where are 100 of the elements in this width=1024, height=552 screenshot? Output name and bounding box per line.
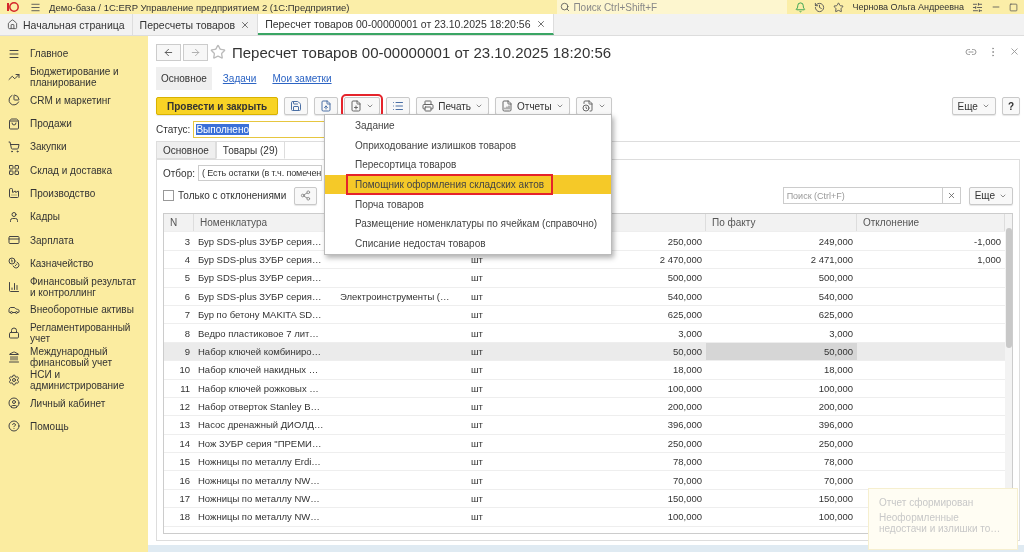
toolbar-button[interactable]: [314, 97, 339, 115]
document-arrow-icon: [320, 100, 333, 112]
back-button[interactable]: [156, 43, 181, 61]
menu-item[interactable]: Списание недостач товаров: [325, 233, 611, 254]
row-number[interactable]: 3: [164, 232, 194, 250]
search-field[interactable]: Поиск Ctrl+Shift+F: [557, 0, 788, 14]
sidebar-item[interactable]: Бюджетирование и планирование: [0, 65, 148, 89]
sidebar-item[interactable]: Склад и доставка: [0, 158, 148, 182]
toolbar-button[interactable]: [284, 97, 309, 115]
sidebar-item[interactable]: Производство: [0, 181, 148, 206]
more-button[interactable]: Еще: [968, 186, 1013, 205]
post-and-close-button[interactable]: Провести и закрыть: [156, 97, 279, 115]
sidebar-item[interactable]: Закупки: [0, 135, 148, 159]
sidebar-item[interactable]: Зарплата: [0, 228, 148, 252]
help-button[interactable]: ?: [1001, 97, 1020, 115]
row-number[interactable]: 5: [164, 269, 194, 287]
table-cell-text: Бур по бетону MAKITA SD…: [197, 308, 323, 323]
bank-icon: [8, 350, 20, 363]
tab[interactable]: Пересчет товаров 00-00000001 от 23.10.2025 18:20:56: [258, 14, 554, 35]
user-name[interactable]: Чернова Ольга Андреевна: [852, 2, 964, 12]
close-icon[interactable]: [1009, 46, 1020, 57]
row-number[interactable]: 18: [164, 508, 194, 526]
sidebar-item[interactable]: Главное: [0, 42, 148, 66]
table-cell-text: 250,000: [666, 234, 703, 249]
section-link[interactable]: Основное: [156, 66, 212, 90]
card-icon: [8, 234, 20, 246]
list-icon: [8, 47, 20, 60]
forward-button[interactable]: [183, 43, 208, 61]
caret-icon: [597, 102, 606, 110]
more-button[interactable]: Еще: [951, 97, 996, 115]
menu-icon[interactable]: [30, 1, 41, 13]
status-label: Статус:: [156, 123, 191, 135]
caret-icon: [366, 102, 375, 110]
table-search-field[interactable]: Поиск (Ctrl+F): [782, 187, 943, 204]
table-cell-text: 3,000: [828, 326, 854, 341]
sidebar-item[interactable]: Международный финансовый учет: [0, 344, 148, 369]
star-icon[interactable]: [210, 44, 226, 60]
table-cell-text: Электроинструменты (…: [339, 289, 451, 304]
row-number[interactable]: 12: [164, 397, 194, 416]
menu-item[interactable]: Помощник оформления складских актов: [325, 174, 611, 195]
close-icon[interactable]: [535, 18, 546, 29]
column-header[interactable]: Отклонение: [857, 214, 1005, 232]
dropdown-button[interactable]: Отчеты: [495, 97, 570, 115]
row-number[interactable]: 14: [164, 434, 194, 453]
sidebar-item[interactable]: Личный кабинет: [0, 391, 148, 415]
dropdown-button[interactable]: [575, 97, 612, 115]
table-cell-text: Ножницы по металлу NW…: [197, 492, 321, 507]
column-header[interactable]: По факту: [706, 214, 857, 232]
settings-icon[interactable]: [972, 1, 983, 13]
table-cell-text: 396,000: [666, 418, 703, 433]
table-cell-text: 540,000: [817, 289, 854, 304]
filter-label: Отбор:: [163, 167, 195, 179]
history-icon[interactable]: [814, 1, 826, 13]
filter-field[interactable]: ( Есть остатки (в т.ч. помечен: [198, 165, 322, 181]
sidebar-item[interactable]: Внеоборотные активы: [0, 298, 148, 322]
menu-item[interactable]: Порча товаров: [325, 194, 611, 214]
settings-icon: [8, 373, 20, 386]
row-number[interactable]: 11: [164, 379, 194, 397]
section-link[interactable]: Задачи: [217, 66, 262, 90]
star-icon[interactable]: [833, 1, 845, 13]
restore-icon[interactable]: [1009, 2, 1018, 12]
table-cell-text: Набор ключей рожковых …: [197, 381, 320, 396]
menu-item[interactable]: Оприходование излишков товаров: [325, 135, 611, 156]
bell-icon[interactable]: [795, 1, 807, 13]
deviation-checkbox[interactable]: Только с отклонениями: [163, 190, 287, 201]
close-icon[interactable]: [240, 19, 251, 30]
table-cell-text: 1,000: [976, 252, 1002, 267]
share-button[interactable]: [294, 186, 318, 205]
row-number[interactable]: 13: [164, 416, 194, 434]
table-cell-text: 100,000: [666, 510, 703, 525]
sidebar-item[interactable]: Финансовый результат и контроллинг: [0, 274, 148, 299]
share-icon: [300, 190, 312, 201]
dropdown-button[interactable]: [344, 97, 381, 115]
table-cell-text: 70,000: [671, 473, 703, 488]
row-number[interactable]: 17: [164, 489, 194, 508]
row-number[interactable]: 4: [164, 250, 194, 269]
row-number[interactable]: 7: [164, 305, 194, 324]
list-icon: [392, 100, 405, 112]
sidebar-item[interactable]: Казначейство: [0, 251, 148, 275]
row-number[interactable]: 10: [164, 361, 194, 379]
sidebar-item[interactable]: Помощь: [0, 414, 148, 439]
sidebar-item[interactable]: Продажи: [0, 111, 148, 136]
section-link[interactable]: Мои заметки: [267, 66, 337, 90]
row-number[interactable]: 8: [164, 324, 194, 342]
link-icon[interactable]: [965, 46, 977, 58]
sidebar-item[interactable]: НСИ и администрирование: [0, 368, 148, 392]
column-header[interactable]: N: [164, 214, 194, 232]
row-number[interactable]: 15: [164, 453, 194, 471]
sidebar-item[interactable]: Кадры: [0, 205, 148, 229]
tab[interactable]: Основное: [156, 141, 216, 159]
toolbar-button[interactable]: [386, 97, 411, 115]
tab[interactable]: Товары (29): [215, 141, 285, 159]
row-number[interactable]: 6: [164, 287, 194, 305]
menu-item[interactable]: Пересортица товаров: [325, 155, 611, 175]
dropdown-button[interactable]: Печать: [416, 97, 490, 115]
sidebar-item[interactable]: CRM и маркетинг: [0, 88, 148, 112]
save-icon: [290, 100, 303, 112]
sidebar-item[interactable]: Регламентированный учет: [0, 321, 148, 345]
row-number[interactable]: 16: [164, 471, 194, 489]
table-cell-text: 250,000: [666, 436, 703, 451]
